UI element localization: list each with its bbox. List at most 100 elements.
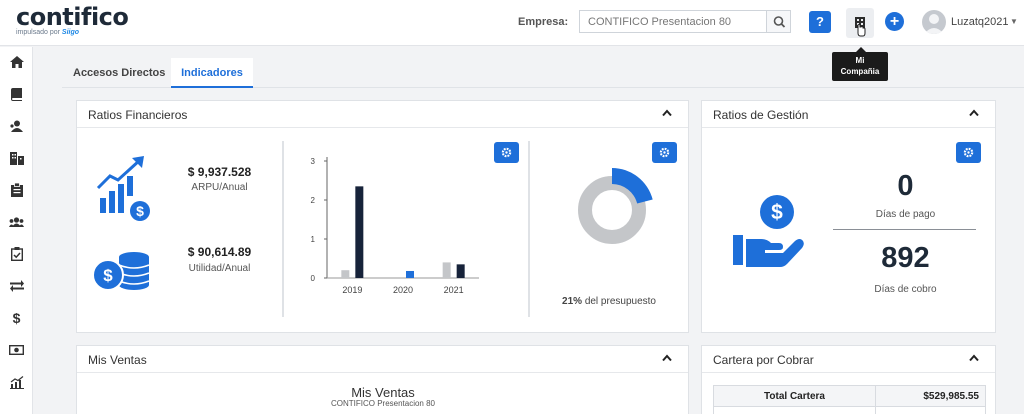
x-tick-label: 2021 — [444, 285, 464, 295]
budget-percent: 21% — [562, 296, 583, 307]
logo-tagline-brand: Siigo — [61, 29, 80, 36]
coins-icon: $ — [92, 252, 150, 291]
avatar[interactable] — [922, 10, 946, 34]
table-cell — [713, 406, 876, 414]
total-cartera-value: $529,985.55 — [875, 385, 986, 407]
x-tick-label: 2019 — [342, 285, 362, 295]
top-bar: contifico impulsado por Siigo Empresa: ?… — [0, 0, 1024, 46]
panel-divider — [282, 141, 284, 317]
hand-money-icon: $ — [733, 195, 804, 267]
table-cell — [875, 406, 986, 414]
tab-indicadores[interactable]: Indicadores — [171, 58, 253, 88]
ventas-chart-subtitle: CONTIFICO Presentacion 80 — [330, 399, 436, 408]
svg-text:$: $ — [771, 201, 783, 224]
arpu-value: $ 9,937.528 — [187, 165, 252, 179]
utilidad-value: $ 90,614.89 — [187, 245, 252, 259]
budget-label: del presupuesto — [584, 296, 656, 307]
bar — [456, 264, 465, 278]
bar — [406, 270, 414, 278]
cash-icon — [9, 345, 24, 355]
bar — [341, 270, 350, 278]
gestion-settings-button[interactable] — [956, 142, 981, 163]
ratios-financieros-panel: Ratios Financieros $ $ 9,937.528 ARPU/An… — [76, 100, 689, 333]
table-row: Total Cartera $529,985.55 — [713, 385, 986, 407]
dias-pago-label: Días de pago — [875, 209, 936, 220]
users-icon — [9, 120, 23, 132]
empresa-input[interactable] — [579, 10, 767, 33]
sidebar-item-clipboard[interactable] — [0, 175, 33, 205]
panel-title: Cartera por Cobrar — [713, 353, 814, 367]
checklist-icon — [10, 247, 23, 261]
company-button[interactable] — [846, 8, 874, 38]
add-icon[interactable]: + — [885, 12, 904, 31]
home-icon — [9, 56, 24, 68]
help-icon[interactable]: ? — [809, 11, 831, 33]
collapse-chevron-icon[interactable] — [969, 109, 979, 117]
sidebar-item-home[interactable] — [0, 47, 33, 77]
book-icon — [10, 87, 22, 101]
user-name[interactable]: Luzatq2021 — [951, 16, 1009, 28]
transfer-icon — [9, 280, 24, 292]
group-icon — [9, 217, 24, 227]
dias-pago-value: 0 — [897, 170, 914, 202]
ratios-gestion-header: Ratios de Gestión — [702, 101, 995, 128]
donut-settings-button[interactable] — [652, 142, 677, 163]
chart-settings-button[interactable] — [494, 142, 519, 163]
logo-tagline: impulsado por Siigo — [16, 29, 79, 36]
panel-title: Ratios de Gestión — [713, 108, 809, 122]
y-tick-label: 2 — [311, 196, 316, 205]
app-logo[interactable]: contifico — [16, 3, 129, 31]
y-tick-label: 3 — [311, 157, 316, 166]
arpu-label: ARPU/Anual — [191, 182, 248, 193]
dollar-icon: $ — [12, 310, 21, 326]
panel-title: Ratios Financieros — [88, 108, 188, 122]
sidebar: $ — [0, 47, 33, 414]
user-menu-caret-icon[interactable]: ▼ — [1010, 17, 1018, 26]
bar-chart: 0 1 2 3 2019 2020 2021 — [311, 157, 479, 295]
budget-caption: 21% del presupuesto — [539, 296, 679, 307]
y-tick-label: 1 — [311, 235, 316, 244]
company-tooltip: Mi Compañia — [832, 47, 888, 81]
sidebar-item-book[interactable] — [0, 79, 33, 109]
empresa-label: Empresa: — [518, 16, 569, 28]
x-tick-label: 2020 — [393, 285, 413, 295]
sidebar-item-dollar[interactable]: $ — [0, 303, 33, 333]
tooltip-line2: Compañia — [840, 67, 880, 76]
panel-divider — [528, 141, 530, 317]
sidebar-item-transfer[interactable] — [0, 271, 33, 301]
sidebar-item-users[interactable] — [0, 111, 33, 141]
clipboard-icon — [10, 183, 23, 197]
total-cartera-label: Total Cartera — [713, 385, 876, 407]
utilidad-label: Utilidad/Anual — [188, 263, 251, 274]
sidebar-item-chart[interactable] — [0, 367, 33, 397]
mis-ventas-header: Mis Ventas — [77, 346, 688, 373]
panel-title: Mis Ventas — [88, 353, 147, 367]
dias-cobro-label: Días de cobro — [874, 284, 937, 295]
collapse-chevron-icon[interactable] — [662, 354, 672, 362]
sidebar-item-checklist[interactable] — [0, 239, 33, 269]
building-icon — [9, 151, 24, 165]
search-icon — [773, 16, 786, 28]
budget-donut — [578, 168, 653, 244]
logo-text: contifico — [16, 3, 129, 31]
ratios-gestion-panel: Ratios de Gestión $ 0 Días de pago 892 D… — [701, 100, 996, 333]
collapse-chevron-icon[interactable] — [662, 109, 672, 117]
mis-ventas-panel: Mis Ventas Mis Ventas CONTIFICO Presenta… — [76, 345, 689, 414]
gestion-divider — [833, 229, 976, 230]
sidebar-item-cash[interactable] — [0, 335, 33, 365]
sidebar-item-group[interactable] — [0, 207, 33, 237]
user-icon — [924, 14, 944, 34]
sidebar-item-building[interactable] — [0, 143, 33, 173]
ratios-financieros-header: Ratios Financieros — [77, 101, 688, 128]
cartera-header: Cartera por Cobrar — [702, 346, 995, 373]
bar — [442, 262, 451, 278]
cartera-table: Total Cartera $529,985.55 — [713, 385, 986, 414]
gear-icon — [963, 147, 974, 158]
logo-tagline-prefix: impulsado por — [16, 29, 60, 36]
table-row — [713, 406, 986, 414]
collapse-chevron-icon[interactable] — [969, 354, 979, 362]
bar — [355, 186, 364, 278]
empresa-search-button[interactable] — [766, 10, 791, 33]
tab-accesos-directos[interactable]: Accesos Directos — [73, 58, 165, 88]
svg-text:$: $ — [136, 203, 144, 219]
